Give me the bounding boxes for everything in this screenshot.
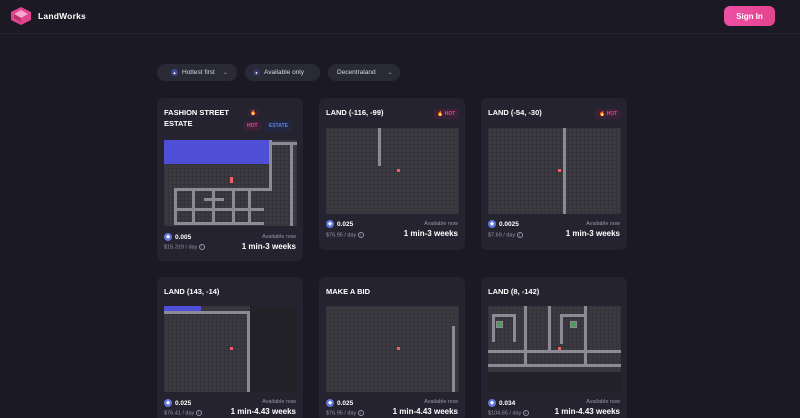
estate-badge: ESTATE: [265, 121, 292, 131]
rent-period: 1 min-3 weeks: [403, 229, 458, 238]
price-per-day: $104.65 / day i: [488, 410, 529, 416]
availability-status: Available now: [586, 399, 620, 405]
availability-status: Available now: [424, 221, 458, 227]
land-map: [164, 306, 297, 392]
info-icon: i: [357, 410, 364, 416]
top-navbar: LandWorks Sign In: [0, 0, 800, 34]
eth-icon: ◆: [488, 220, 496, 228]
rent-period: 1 min-3 weeks: [565, 229, 620, 238]
card-title: FASHION STREET ESTATE: [164, 108, 230, 128]
chevron-down-icon: ⌄: [387, 70, 393, 76]
landworks-logo-icon[interactable]: [10, 6, 32, 26]
price-value: 0.005: [175, 233, 192, 241]
price: ◆ 0.0025: [488, 220, 519, 228]
info-icon: i: [516, 232, 523, 238]
price-value: 0.025: [337, 220, 354, 228]
price-per-day: $76.95 / day i: [326, 232, 364, 238]
price-per-day: $76.41 / day i: [164, 410, 202, 416]
location-marker: [230, 347, 233, 350]
card-title: LAND (-116, -99): [326, 108, 384, 117]
hot-badge: 🔥 HOT: [595, 109, 622, 119]
price-value: 0.0025: [499, 220, 519, 228]
eth-icon: ◆: [488, 399, 496, 407]
price-value: 0.025: [337, 399, 354, 407]
rent-period: 1 min-4.43 weeks: [230, 407, 296, 416]
land-card[interactable]: LAND (-54, -30) 🔥 HOT ◆ 0.0025 $7.69 / d…: [481, 98, 627, 250]
rent-period: 1 min-4.43 weeks: [554, 407, 620, 416]
eth-icon: ◆: [164, 233, 172, 241]
chevron-down-icon: ⌄: [222, 70, 228, 76]
land-map: [488, 128, 621, 214]
metaverse-dropdown[interactable]: Decentraland ⌄: [328, 64, 400, 81]
availability-status: Available now: [586, 221, 620, 227]
land-map: [326, 306, 459, 392]
price-value: 0.025: [175, 399, 192, 407]
location-marker: [558, 169, 561, 172]
price: ◆ 0.034: [488, 399, 515, 407]
location-marker: [397, 169, 400, 172]
price-per-day: $15.319 / day i: [164, 244, 205, 250]
price-per-day: $7.69 / day i: [488, 232, 523, 238]
land-map: [164, 140, 297, 226]
land-card[interactable]: LAND (-116, -99) 🔥 HOT ◆ 0.025 $76.95 / …: [319, 98, 465, 250]
price-per-day: $76.95 / day i: [326, 410, 364, 416]
fire-icon: ▲: [171, 69, 178, 76]
hot-badge: HOT: [243, 121, 262, 131]
availability-status: Available now: [262, 234, 296, 240]
info-icon: i: [357, 232, 364, 238]
location-marker: [230, 177, 233, 183]
card-title: MAKE A BID: [326, 287, 371, 296]
availability-label: Available only: [264, 69, 304, 76]
land-map: [326, 128, 459, 214]
location-marker: [558, 347, 561, 350]
price: ◆ 0.025: [326, 220, 353, 228]
location-marker: [397, 347, 400, 350]
availability-toggle[interactable]: ● Available only: [245, 64, 320, 81]
rent-period: 1 min-3 weeks: [241, 242, 296, 251]
land-card[interactable]: LAND (8, -142) ◆ 0.034 $104.65 / day i A…: [481, 277, 627, 418]
price: ◆ 0.005: [164, 233, 191, 241]
price-value: 0.034: [499, 399, 516, 407]
eth-icon: ◆: [326, 399, 334, 407]
info-icon: i: [195, 410, 202, 416]
eth-icon: ◆: [326, 220, 334, 228]
metaverse-value: Decentraland: [337, 69, 376, 76]
availability-status: Available now: [424, 399, 458, 405]
eth-icon: ◆: [164, 399, 172, 407]
land-card[interactable]: LAND (143, -14) ◆ 0.025 $76.41 / day i A…: [157, 277, 303, 418]
card-title: LAND (-54, -30): [488, 108, 542, 117]
sign-in-button[interactable]: Sign In: [724, 6, 775, 26]
info-icon: i: [522, 410, 529, 416]
card-title: LAND (143, -14): [164, 287, 220, 296]
price: ◆ 0.025: [164, 399, 191, 407]
toggle-icon: ●: [253, 69, 260, 76]
sort-dropdown[interactable]: ▲ Hottest first ⌄: [157, 64, 237, 81]
land-card[interactable]: MAKE A BID ◆ 0.025 $76.95 / day i Availa…: [319, 277, 465, 418]
land-card[interactable]: FASHION STREET ESTATE 🔥 HOT ESTATE ◆ 0.0…: [157, 98, 303, 261]
land-map: [488, 306, 621, 392]
hot-badge: 🔥 HOT: [433, 109, 460, 119]
price: ◆ 0.025: [326, 399, 353, 407]
info-icon: i: [198, 244, 205, 250]
fire-icon: 🔥: [247, 109, 260, 117]
brand-name[interactable]: LandWorks: [38, 11, 86, 21]
card-title: LAND (8, -142): [488, 287, 540, 296]
sort-value: Hottest first: [182, 69, 215, 76]
rent-period: 1 min-4.43 weeks: [392, 407, 458, 416]
availability-status: Available now: [262, 399, 296, 405]
